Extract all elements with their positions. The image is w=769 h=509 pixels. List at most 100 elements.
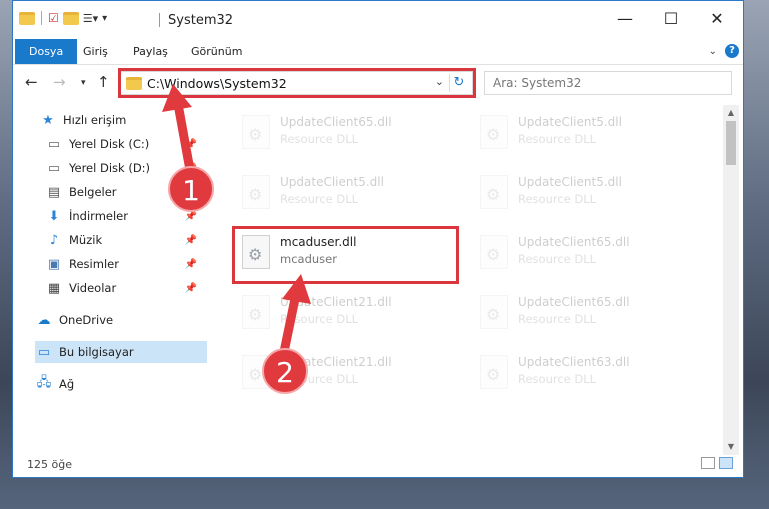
minimize-button[interactable]: —	[603, 7, 647, 31]
sidebar-item-label: Müzik	[69, 233, 103, 247]
file-item[interactable]: UpdateClient5.dll Resource DLL	[474, 169, 694, 219]
details-view-icon[interactable]	[701, 457, 715, 469]
folder-icon[interactable]	[19, 11, 35, 25]
search-box[interactable]	[484, 71, 732, 95]
file-description: Resource DLL	[280, 192, 359, 206]
file-description: Resource DLL	[280, 132, 359, 146]
search-input[interactable]	[485, 72, 731, 94]
cloud-icon: ☁	[37, 312, 51, 328]
explorer-window: ☑ ☰▾ ▾ System32 — ☐ ✕ Dosya Giriş Paylaş…	[12, 0, 744, 478]
item-count: 125 öğe	[27, 458, 72, 471]
ribbon-right: ⌄ ?	[709, 44, 739, 58]
scroll-up-icon[interactable]: ▲	[723, 105, 739, 121]
quick-access-toolbar: ☑ ☰▾ ▾	[19, 11, 107, 25]
refresh-icon[interactable]: ↻	[449, 74, 468, 92]
sidebar-item-label: İndirmeler	[69, 209, 128, 223]
close-button[interactable]: ✕	[695, 7, 739, 31]
back-arrow-icon[interactable]: ←	[25, 73, 38, 91]
chevron-down-icon[interactable]: ▾	[102, 13, 107, 24]
documents-icon: ▤	[47, 184, 61, 200]
sidebar-item-music[interactable]: ♪ Müzik 📌	[45, 229, 203, 251]
file-item[interactable]: UpdateClient5.dll Resource DLL	[236, 169, 456, 219]
sidebar-item-label: Resimler	[69, 257, 119, 271]
sidebar-item-label: Hızlı erişim	[63, 113, 127, 127]
tab-share[interactable]: Paylaş	[133, 39, 168, 64]
title-bar: ☑ ☰▾ ▾ System32 — ☐ ✕	[13, 1, 743, 39]
sidebar-item-label: Videolar	[69, 281, 117, 295]
download-icon: ⬇	[48, 208, 60, 224]
pin-icon[interactable]: 📌	[185, 139, 197, 150]
file-item[interactable]: UpdateClient65.dll Resource DLL	[474, 289, 694, 339]
file-name: UpdateClient5.dll	[280, 175, 384, 189]
vertical-scrollbar[interactable]: ▲ ▼	[723, 105, 739, 455]
recent-locations-icon[interactable]: ▾	[81, 78, 86, 88]
file-name: UpdateClient63.dll	[518, 355, 630, 369]
pin-icon[interactable]: 📌	[185, 283, 197, 294]
customize-toolbar-icon[interactable]: ☰▾	[83, 12, 98, 25]
sidebar-item-network[interactable]: 🖧 Ağ	[35, 373, 229, 395]
sidebar-item-label: Belgeler	[69, 185, 117, 199]
sidebar-item-label: Ağ	[59, 377, 75, 391]
file-item-mcaduser[interactable]: mcaduser.dll mcaduser	[236, 229, 456, 279]
sidebar-item-label: Bu bilgisayar	[59, 345, 134, 359]
status-bar: 125 öğe	[13, 453, 743, 477]
file-item[interactable]: UpdateClient5.dll Resource DLL	[474, 109, 694, 159]
sidebar-item-onedrive[interactable]: ☁ OneDrive	[35, 309, 229, 331]
step-1-badge: 1	[168, 166, 214, 212]
file-description: Resource DLL	[518, 192, 597, 206]
forward-arrow-icon[interactable]: →	[53, 73, 66, 91]
address-bar[interactable]: C:\Windows\System32 ⌄ ↻	[120, 71, 473, 95]
pin-icon[interactable]: 📌	[185, 235, 197, 246]
file-name: UpdateClient65.dll	[280, 115, 392, 129]
window-title: System32	[168, 13, 234, 28]
star-icon: ★	[42, 112, 54, 128]
file-name: UpdateClient5.dll	[518, 175, 622, 189]
file-item[interactable]: UpdateClient21.dll Resource DLL	[236, 289, 456, 339]
sidebar-item-quick-access[interactable]: ★ Hızlı erişim	[39, 109, 233, 131]
dll-file-icon	[480, 235, 508, 269]
dll-file-icon	[242, 235, 270, 269]
pictures-icon: ▣	[47, 256, 61, 272]
step-2-badge: 2	[262, 348, 308, 394]
file-description: Resource DLL	[518, 132, 597, 146]
file-description: Resource DLL	[518, 372, 597, 386]
file-name: UpdateClient5.dll	[518, 115, 622, 129]
file-item[interactable]: UpdateClient65.dll Resource DLL	[236, 109, 456, 159]
help-icon[interactable]: ?	[725, 44, 739, 58]
dll-file-icon	[480, 295, 508, 329]
sidebar-item-videos[interactable]: ▦ Videolar 📌	[45, 277, 203, 299]
dll-file-icon	[242, 295, 270, 329]
title-separator	[159, 13, 160, 27]
file-description: mcaduser	[280, 252, 337, 266]
drive-icon: ▭	[47, 160, 61, 176]
new-folder-icon[interactable]	[62, 11, 79, 25]
pin-icon[interactable]: 📌	[185, 259, 197, 270]
up-arrow-icon[interactable]: ↑	[97, 73, 110, 91]
dll-file-icon	[480, 175, 508, 209]
file-description: Resource DLL	[518, 252, 597, 266]
scroll-thumb[interactable]	[726, 121, 736, 165]
sidebar-item-pictures[interactable]: ▣ Resimler 📌	[45, 253, 203, 275]
navigation-bar: ← → ▾ ↑ C:\Windows\System32 ⌄ ↻	[13, 65, 743, 103]
tab-view[interactable]: Görünüm	[191, 39, 242, 64]
dll-file-icon	[480, 115, 508, 149]
address-path[interactable]: C:\Windows\System32	[147, 76, 287, 91]
sidebar-item-label: OneDrive	[59, 313, 114, 327]
video-icon: ▦	[47, 280, 61, 296]
expand-ribbon-icon[interactable]: ⌄	[709, 46, 717, 57]
chevron-down-icon[interactable]: ⌄	[435, 75, 444, 88]
file-name: mcaduser.dll	[280, 235, 357, 249]
maximize-button[interactable]: ☐	[649, 7, 693, 31]
tiles-view-icon[interactable]	[719, 457, 733, 469]
navigation-pane: ★ Hızlı erişim ▭ Yerel Disk (C:) 📌 ▭ Yer…	[13, 105, 209, 450]
sidebar-item-local-disk-c[interactable]: ▭ Yerel Disk (C:) 📌	[45, 133, 203, 155]
sidebar-item-label: Yerel Disk (D:)	[69, 161, 151, 175]
tab-home[interactable]: Giriş	[83, 39, 108, 64]
file-item[interactable]: UpdateClient65.dll Resource DLL	[474, 229, 694, 279]
tab-file[interactable]: Dosya	[15, 39, 78, 64]
folder-icon	[126, 77, 142, 90]
properties-icon[interactable]: ☑	[48, 11, 59, 25]
file-item[interactable]: UpdateClient63.dll Resource DLL	[474, 349, 694, 399]
sidebar-item-this-pc[interactable]: ▭ Bu bilgisayar	[35, 341, 207, 363]
view-switcher	[701, 457, 733, 469]
